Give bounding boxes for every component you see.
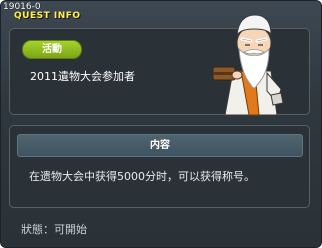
quest-status: 狀態：可開始	[21, 223, 87, 236]
quest-name: 2011遺物大会参加者	[30, 70, 135, 83]
content-description: 在遗物大会中获得5000分时，可以获得称号。	[29, 170, 255, 183]
quest-content-panel: 内容 在遗物大会中获得5000分时，可以获得称号。	[9, 125, 310, 208]
content-header: 内容	[17, 134, 303, 157]
quest-info-window: 19016-0 QUEST INFO 活動 2011遺物大会参加者 内容 在遗物…	[0, 0, 322, 248]
activity-badge: 活動	[22, 40, 82, 59]
window-title: QUEST INFO	[14, 11, 81, 21]
old-sage-npc-icon	[211, 11, 291, 116]
